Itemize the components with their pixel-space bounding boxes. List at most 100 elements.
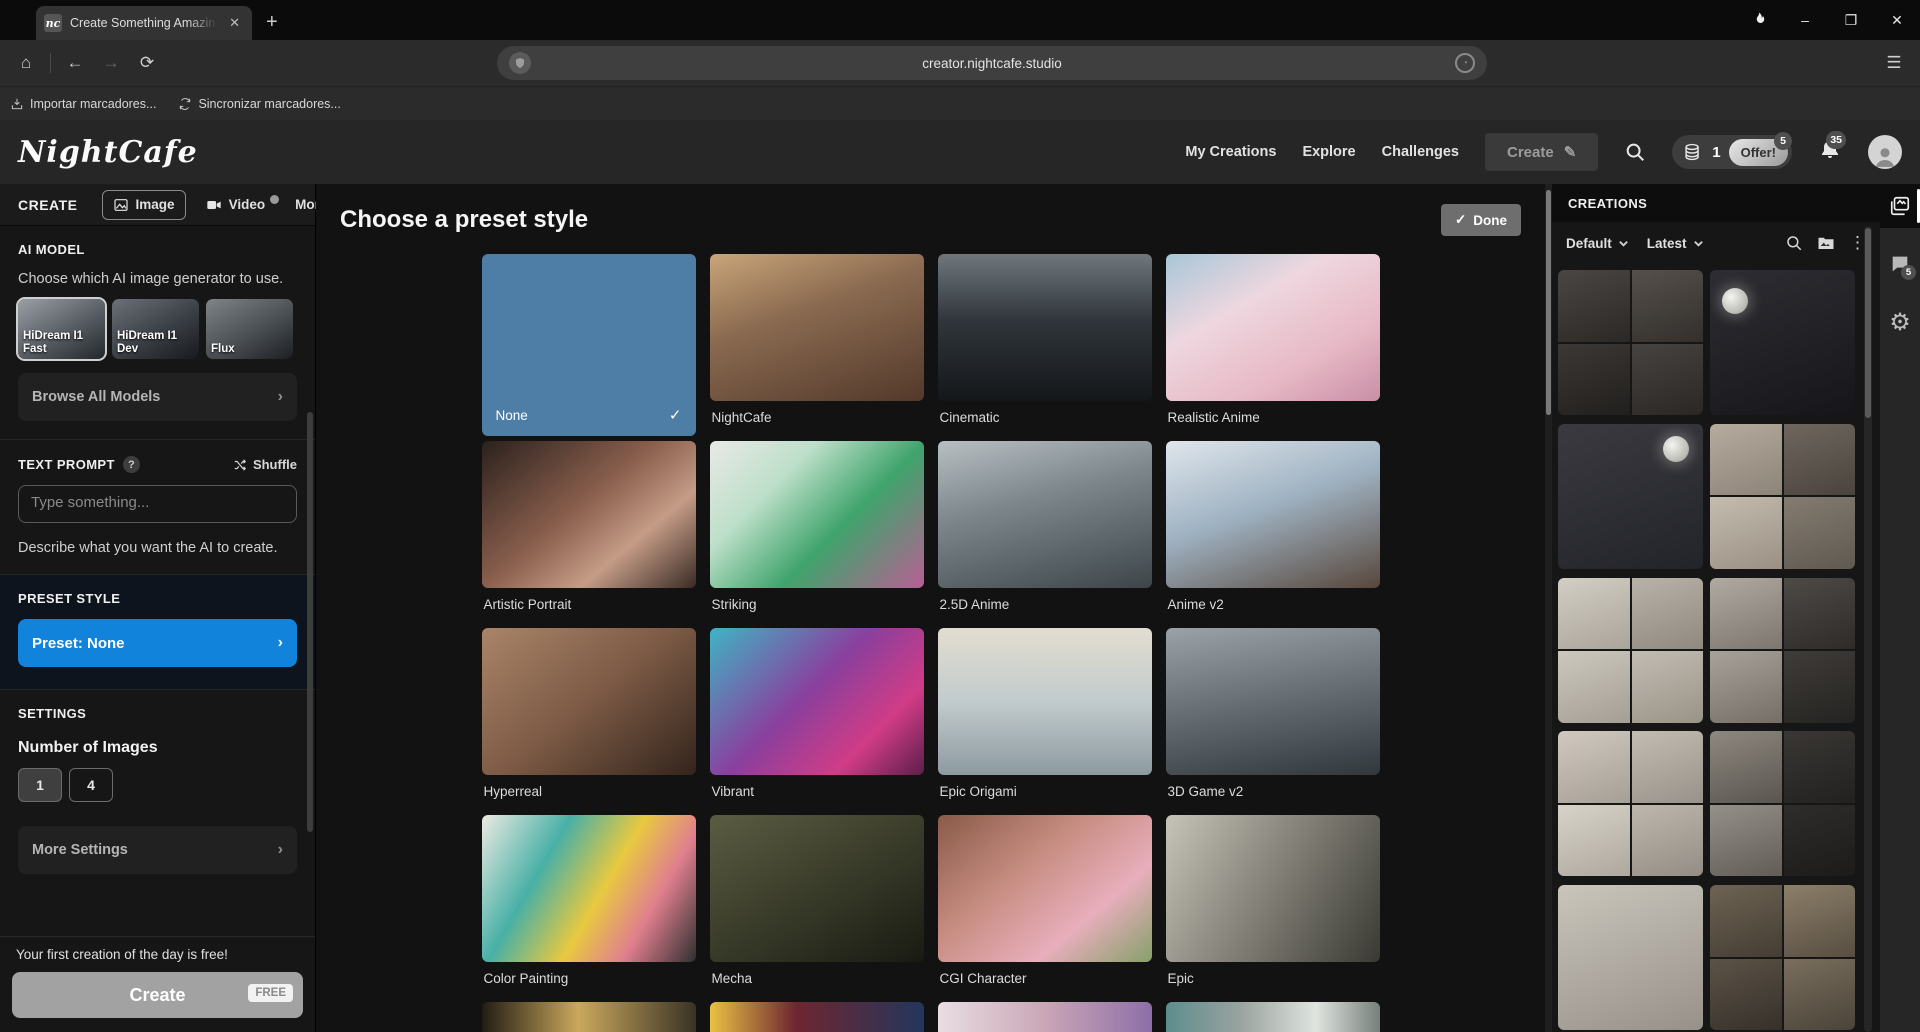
browser-tab-bar: nc Create Something Amazing - N ✕ + – ❐ … [0,0,1920,40]
prompt-description: Describe what you want the AI to create. [18,540,297,556]
browser-logo-flame-icon[interactable] [1736,0,1782,40]
preset-tile[interactable] [938,1002,1152,1032]
preset-tile[interactable]: Vibrant [710,628,924,810]
model-card[interactable]: Flux [206,299,293,359]
search-icon[interactable] [1785,234,1803,252]
tab-close-icon[interactable]: ✕ [225,13,244,33]
header-create-button[interactable]: Create ✎ [1485,133,1598,171]
preset-tile[interactable]: Epic Origami [938,628,1152,810]
browser-toolbar: ⌂ ← → ⟳ creator.nightcafe.studio ◔ ☰ [0,40,1920,86]
menu-icon[interactable]: ☰ [1878,47,1910,79]
preset-tile[interactable]: Epic [1166,815,1380,997]
creation-thumbnail[interactable] [1558,885,1703,1030]
nav-explore[interactable]: Explore [1302,144,1355,160]
rail-chat-icon[interactable]: 5 [1880,242,1920,286]
search-icon[interactable] [1624,141,1646,163]
offer-badge[interactable]: Offer! 5 [1729,139,1788,166]
preset-tile[interactable]: Hyperreal [482,628,696,810]
preset-tile[interactable]: Color Painting [482,815,696,997]
preset-tile[interactable]: Anime v2 [1166,441,1380,623]
prompt-input[interactable] [18,485,297,523]
preset-tile[interactable]: CGI Character [938,815,1152,997]
tab-image[interactable]: Image [102,190,186,220]
preset-tile[interactable]: Artistic Portrait [482,441,696,623]
rail-settings-gear-icon[interactable]: ⚙ [1880,300,1920,344]
preset-tile[interactable]: Mecha [710,815,924,997]
image-count-option[interactable]: 1 [18,768,62,802]
forward-icon[interactable]: → [95,47,127,79]
creations-scrollbar[interactable] [1864,226,1872,1032]
site-header: NightCafe My Creations Explore Challenge… [0,120,1920,184]
preset-tile[interactable]: NightCafe [710,254,924,436]
creation-thumbnail[interactable] [1710,270,1855,415]
more-settings-button[interactable]: More Settings › [18,826,297,874]
browser-tab[interactable]: nc Create Something Amazing - N ✕ [36,6,252,40]
restore-button[interactable]: ❐ [1828,0,1874,40]
new-tab-button[interactable]: + [266,11,278,34]
folder-image-icon[interactable] [1817,234,1835,252]
preset-tile[interactable]: Cinematic [938,254,1152,436]
url-bar[interactable]: creator.nightcafe.studio ◔ [497,46,1487,80]
user-avatar[interactable] [1868,135,1902,169]
preset-tile[interactable]: 3D Game v2 [1166,628,1380,810]
sidebar-scrollbar[interactable] [307,412,313,832]
nav-my-creations[interactable]: My Creations [1185,144,1276,160]
home-icon[interactable]: ⌂ [10,47,42,79]
creation-thumbnail[interactable] [1710,731,1855,876]
preset-thumbnail [482,441,696,588]
page-action-icon[interactable]: ◔ [1455,53,1475,73]
creation-thumbnail[interactable] [1558,270,1703,415]
close-button[interactable]: ✕ [1874,0,1920,40]
bookmark-item[interactable]: Importar marcadores... [10,97,156,111]
preset-none-button[interactable]: Preset: None › [18,619,297,667]
chevron-right-icon: › [278,634,283,652]
bookmark-item[interactable]: Sincronizar marcadores... [178,97,340,111]
done-button[interactable]: ✓ Done [1441,204,1521,236]
creation-thumbnail[interactable] [1558,731,1703,876]
creation-thumbnail[interactable] [1710,424,1855,569]
preset-tile[interactable]: Striking [710,441,924,623]
sort-dropdown[interactable]: Latest [1647,236,1704,251]
model-card[interactable]: HiDream I1 Fast [18,299,105,359]
model-label: HiDream I1 Fast [23,330,83,356]
creation-thumbnail[interactable] [1710,885,1855,1030]
coins-icon [1682,141,1704,163]
browse-all-models-button[interactable]: Browse All Models › [18,373,297,421]
video-camera-icon [206,197,222,213]
image-count-option[interactable]: 4 [69,768,113,802]
preset-tile[interactable]: None✓ [482,254,696,436]
main-scrollbar-thumb[interactable] [1546,190,1551,415]
shield-icon[interactable] [509,52,531,74]
creation-thumbnail[interactable] [1558,424,1703,569]
reload-icon[interactable]: ⟳ [131,47,163,79]
back-icon[interactable]: ← [59,47,91,79]
chevron-down-icon [1693,238,1704,249]
nav-challenges[interactable]: Challenges [1382,144,1459,160]
help-icon[interactable]: ? [123,456,140,473]
notifications-bell-icon[interactable]: 35 [1818,138,1842,167]
preset-thumbnail [710,441,924,588]
credits-pill[interactable]: 1 Offer! 5 [1672,135,1792,169]
model-card[interactable]: HiDream I1 Dev [112,299,199,359]
credit-count: 1 [1712,144,1720,161]
preset-tile[interactable] [482,1002,696,1032]
filter-dropdown[interactable]: Default [1566,236,1629,251]
minimize-button[interactable]: – [1782,0,1828,40]
nightcafe-logo[interactable]: NightCafe [18,135,198,170]
main-scrollbar[interactable] [1545,184,1552,1032]
shuffle-button[interactable]: Shuffle [233,457,297,472]
creation-thumbnail[interactable] [1558,578,1703,723]
preset-label: Realistic Anime [1166,410,1380,425]
sync-bookmarks-icon [178,97,192,111]
preset-tile[interactable]: Realistic Anime [1166,254,1380,436]
preset-tile[interactable] [710,1002,924,1032]
create-submit-button[interactable]: Create FREE [12,972,303,1018]
free-badge: FREE [248,984,293,1002]
creations-scrollbar-thumb[interactable] [1865,228,1871,418]
creation-thumbnail[interactable] [1710,578,1855,723]
sidebar-scroll-area[interactable]: AI MODEL Choose which AI image generator… [0,226,315,936]
preset-tile[interactable] [1166,1002,1380,1032]
preset-tile[interactable]: 2.5D Anime [938,441,1152,623]
rail-creations-icon[interactable] [1880,184,1920,228]
tab-video[interactable]: Video [196,191,276,219]
